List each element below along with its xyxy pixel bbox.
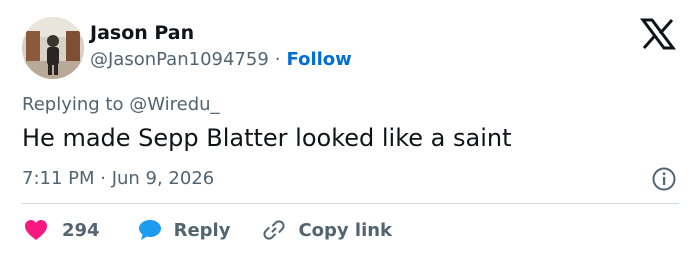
copy-link-button[interactable]: Copy link: [262, 218, 392, 242]
info-icon[interactable]: [651, 166, 677, 192]
follow-button[interactable]: Follow: [287, 49, 352, 70]
replying-to-label: Replying to: [22, 94, 124, 115]
x-logo-icon[interactable]: [640, 18, 676, 50]
speech-bubble-icon: [138, 220, 161, 240]
divider: [22, 203, 679, 204]
like-button[interactable]: 294: [24, 219, 100, 241]
link-icon: [263, 220, 285, 240]
author-avatar[interactable]: [22, 17, 84, 79]
like-count: 294: [62, 219, 100, 241]
author-name[interactable]: Jason Pan: [90, 22, 194, 44]
tweet-text: He made Sepp Blatter looked like a saint: [22, 124, 512, 152]
replying-to-mention[interactable]: @Wiredu_: [129, 94, 219, 115]
reply-button[interactable]: Reply: [138, 219, 231, 241]
separator-dot: ·: [274, 49, 281, 70]
replying-to-line: Replying to @Wiredu_: [22, 94, 220, 115]
heart-icon: [25, 220, 47, 240]
author-handle-row: @JasonPan1094759 · Follow: [90, 49, 352, 70]
avatar-photo: [22, 17, 84, 79]
tweet-timestamp[interactable]: 7:11 PM · Jun 9, 2026: [22, 168, 214, 189]
action-bar: 294 Reply Copy link: [24, 217, 392, 243]
copy-link-label: Copy link: [298, 219, 393, 241]
author-handle[interactable]: @JasonPan1094759: [90, 49, 269, 70]
reply-label: Reply: [173, 219, 231, 241]
